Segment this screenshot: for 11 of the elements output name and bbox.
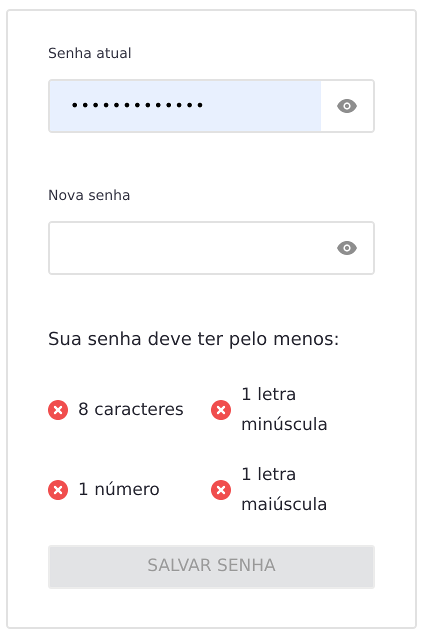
requirement-text: 8 caracteres [78,399,184,422]
password-field[interactable] [48,221,375,275]
requirement-text: 1 letra minúscula [241,384,329,437]
password-field[interactable]: ••••••••••••• [48,79,375,133]
requirements-heading: Sua senha deve ter pelo menos: [48,328,341,352]
eye-icon[interactable] [337,99,357,113]
eye-icon[interactable] [337,241,357,255]
requirement-text: 1 letra maiúscula [241,464,329,517]
requirement-text: 1 número [78,479,160,502]
field-label: Senha atual [48,45,133,64]
field-label: Nova senha [48,187,132,206]
